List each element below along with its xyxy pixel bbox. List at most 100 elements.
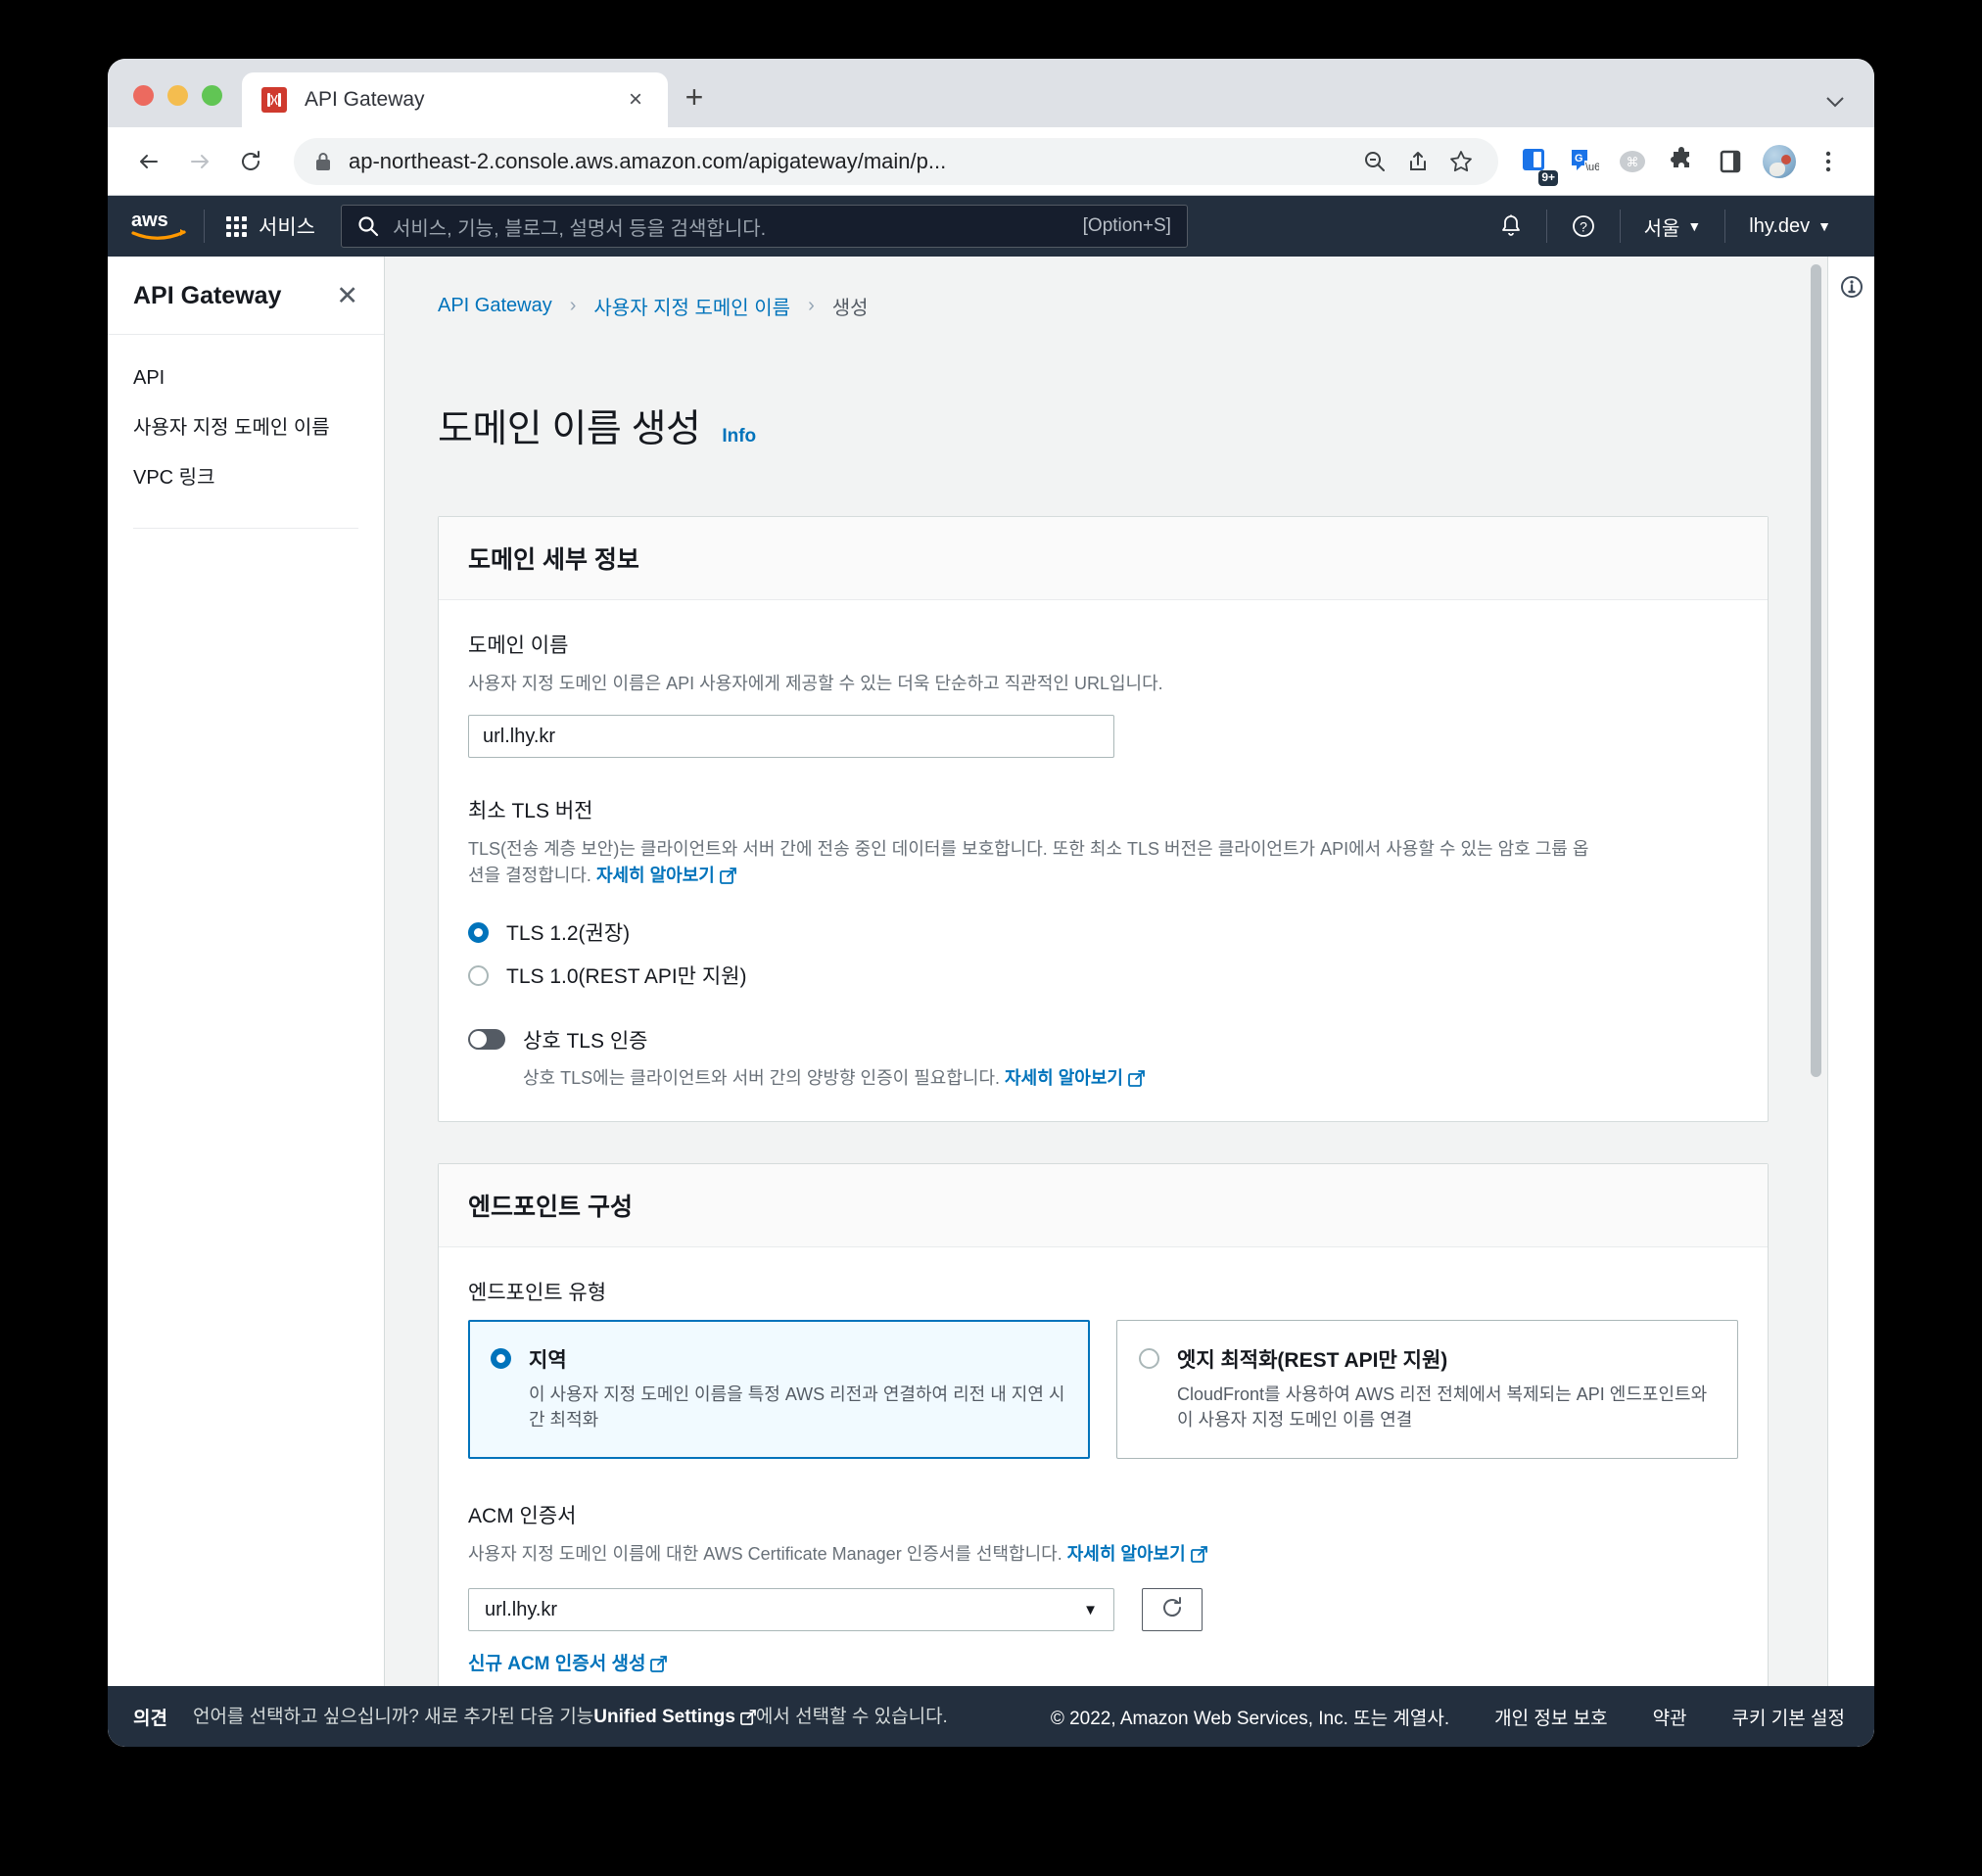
endpoint-type-regional-title: 지역	[529, 1349, 567, 1373]
page-title: 도메인 이름 생성	[438, 408, 701, 451]
side-panel-icon[interactable]	[1706, 137, 1755, 186]
footer-right: © 2022, Amazon Web Services, Inc. 또는 계열사…	[1051, 1704, 1845, 1730]
back-button[interactable]	[123, 136, 174, 187]
bookmark-star-icon[interactable]	[1439, 140, 1483, 183]
sidebar-header: API Gateway ✕	[108, 257, 384, 335]
acm-certificate-select[interactable]: url.lhy.kr ▼	[468, 1588, 1114, 1632]
tls-option-1-0-row[interactable]: TLS 1.0(REST API만 지원)	[468, 961, 1738, 990]
refresh-button[interactable]	[1142, 1588, 1203, 1632]
endpoint-type-edge-optimized-tile[interactable]: 엣지 최적화(REST API만 지원) CloudFront를 사용하여 AW…	[1116, 1320, 1738, 1460]
page-title-row: 도메인 이름 생성 Info	[438, 373, 1769, 479]
endpoint-type-edge-optimized-title: 엣지 최적화(REST API만 지원)	[1177, 1349, 1448, 1373]
mutual-tls-learn-more-link[interactable]: 자세히 알아보기	[1005, 1068, 1145, 1088]
endpoint-type-regional-radio[interactable]	[491, 1348, 511, 1370]
sidebar-item-vpc-links[interactable]: VPC 링크	[108, 450, 384, 500]
help-question-icon[interactable]: ?	[1547, 207, 1620, 246]
footer-language-notice: 언어를 선택하고 싶으십니까? 새로 추가된 다음 기능Unified Sett…	[193, 1702, 948, 1731]
divider	[133, 528, 358, 529]
breadcrumb-item-api-gateway[interactable]: API Gateway	[438, 295, 552, 317]
domain-name-label: 도메인 이름	[468, 634, 569, 658]
info-circle-icon[interactable]	[1839, 274, 1864, 305]
chrome-menu-icon[interactable]	[1804, 137, 1853, 186]
minimize-window-button[interactable]	[167, 85, 188, 106]
breadcrumb-separator: ›	[569, 295, 577, 316]
tls-1-0-radio[interactable]	[468, 964, 489, 986]
tls-version-label: 최소 TLS 버전	[468, 800, 593, 823]
reading-list-badge: 9+	[1538, 170, 1558, 186]
zoom-out-icon[interactable]	[1353, 140, 1396, 183]
console-footer: 의견 언어를 선택하고 싶으십니까? 새로 추가된 다음 기능Unified S…	[108, 1686, 1874, 1747]
aws-top-navigation: aws 서비스 서비스, 기능, 블로그, 설명서 등을 검색합니다. [Opt…	[108, 196, 1874, 257]
feedback-button[interactable]: 의견	[108, 1686, 193, 1747]
close-window-button[interactable]	[133, 85, 154, 106]
footer-link-cookie-preferences[interactable]: 쿠키 기본 설정	[1732, 1704, 1845, 1730]
browser-toolbar: ap-northeast-2.console.aws.amazon.com/ap…	[108, 127, 1874, 196]
aws-logo[interactable]: aws	[129, 207, 190, 246]
top-navigation-right: ? 서울 ▼ lhy.dev ▼	[1476, 196, 1855, 257]
svg-text:⌘: ⌘	[1627, 155, 1639, 169]
close-tab-button[interactable]: ×	[619, 83, 652, 117]
endpoint-configuration-title: 엔드포인트 구성	[468, 1194, 633, 1222]
chevron-down-icon: ▼	[1687, 218, 1702, 234]
endpoint-type-options: 지역 이 사용자 지정 도메인 이름을 특정 AWS 리전과 연결하여 리전 내…	[468, 1320, 1738, 1460]
region-selector[interactable]: 서울 ▼	[1621, 207, 1725, 246]
notifications-bell-icon[interactable]	[1476, 207, 1546, 246]
endpoint-type-regional-tile[interactable]: 지역 이 사용자 지정 도메인 이름을 특정 AWS 리전과 연결하여 리전 내…	[468, 1320, 1090, 1460]
browser-tab-strip: API Gateway × +	[108, 59, 1874, 127]
services-menu-label: 서비스	[259, 216, 315, 239]
console-body: API Gateway ✕ API 사용자 지정 도메인 이름 VPC 링크 A…	[108, 257, 1874, 1686]
browser-tab[interactable]: API Gateway ×	[242, 72, 668, 127]
reading-list-icon[interactable]: 9+	[1510, 137, 1559, 186]
chevron-down-icon: ▼	[1083, 1601, 1098, 1618]
content-scrollbar[interactable]	[1811, 264, 1821, 1678]
mutual-tls-label: 상호 TLS 인증	[523, 1030, 648, 1054]
footer-link-terms[interactable]: 약관	[1653, 1704, 1687, 1730]
google-translate-icon[interactable]: G \u6587	[1559, 137, 1608, 186]
command-extension-icon[interactable]: ⌘	[1608, 137, 1657, 186]
tls-learn-more-link[interactable]: 자세히 알아보기	[596, 866, 736, 885]
breadcrumb-item-create: 생성	[831, 298, 869, 319]
acm-certificate-description: 사용자 지정 도메인 이름에 대한 AWS Certificate Manage…	[468, 1541, 1589, 1571]
endpoint-configuration-panel-body: 엔드포인트 유형 지역 이 사용자 지정 도메인 이름을 특정 AWS 리전과 …	[439, 1247, 1768, 1686]
footer-link-privacy[interactable]: 개인 정보 보호	[1494, 1704, 1607, 1730]
reload-button[interactable]	[225, 136, 276, 187]
tls-option-1-2-row[interactable]: TLS 1.2(권장)	[468, 917, 1738, 947]
maximize-window-button[interactable]	[202, 85, 222, 106]
svg-text:aws: aws	[131, 210, 168, 231]
create-acm-certificate-row: 신규 ACM 인증서 생성	[468, 1649, 1738, 1678]
info-link[interactable]: Info	[722, 426, 756, 447]
acm-description-text: 사용자 지정 도메인 이름에 대한 AWS Certificate Manage…	[468, 1544, 1062, 1565]
unified-settings-link[interactable]: Unified Settings	[593, 1707, 756, 1727]
new-tab-button[interactable]: +	[668, 70, 721, 123]
account-menu[interactable]: lhy.dev ▼	[1725, 207, 1855, 246]
grid-icon	[226, 215, 247, 237]
breadcrumb-separator: ›	[808, 295, 815, 316]
share-icon[interactable]	[1396, 140, 1439, 183]
svg-text:?: ?	[1580, 219, 1587, 235]
avatar[interactable]	[1755, 137, 1804, 186]
mutual-tls-description: 상호 TLS에는 클라이언트와 서버 간의 양방향 인증이 필요합니다. 자세히…	[523, 1064, 1145, 1092]
chevron-down-icon[interactable]	[1825, 91, 1845, 114]
external-link-icon	[719, 866, 736, 892]
close-icon[interactable]: ✕	[336, 283, 358, 309]
region-label: 서울	[1643, 217, 1680, 240]
sidebar-item-api[interactable]: API	[108, 356, 384, 400]
address-bar[interactable]: ap-northeast-2.console.aws.amazon.com/ap…	[294, 137, 1498, 185]
acm-learn-more-link[interactable]: 자세히 알아보기	[1067, 1544, 1207, 1564]
create-acm-certificate-link[interactable]: 신규 ACM 인증서 생성	[468, 1654, 668, 1674]
mutual-tls-toggle[interactable]	[468, 1029, 505, 1051]
forward-button[interactable]	[174, 136, 225, 187]
right-rail	[1827, 257, 1874, 1686]
content-scroll-region: API Gateway › 사용자 지정 도메인 이름 › 생성 도메인 이름 …	[385, 257, 1827, 1686]
breadcrumb-item-custom-domain-names[interactable]: 사용자 지정 도메인 이름	[593, 292, 790, 320]
tls-1-2-radio[interactable]	[468, 921, 489, 943]
search-input[interactable]: 서비스, 기능, 블로그, 설명서 등을 검색합니다. [Option+S]	[340, 205, 1188, 248]
endpoint-type-edge-optimized-radio[interactable]	[1139, 1348, 1159, 1370]
scrollbar-thumb[interactable]	[1811, 264, 1821, 1077]
external-link-icon	[1190, 1544, 1207, 1571]
sidebar-item-custom-domain-names[interactable]: 사용자 지정 도메인 이름	[108, 400, 384, 450]
acm-certificate-row: url.lhy.kr ▼	[468, 1588, 1738, 1632]
domain-name-input[interactable]: url.lhy.kr	[468, 715, 1114, 759]
puzzle-extensions-icon[interactable]	[1657, 137, 1706, 186]
services-menu-button[interactable]: 서비스	[205, 211, 337, 241]
